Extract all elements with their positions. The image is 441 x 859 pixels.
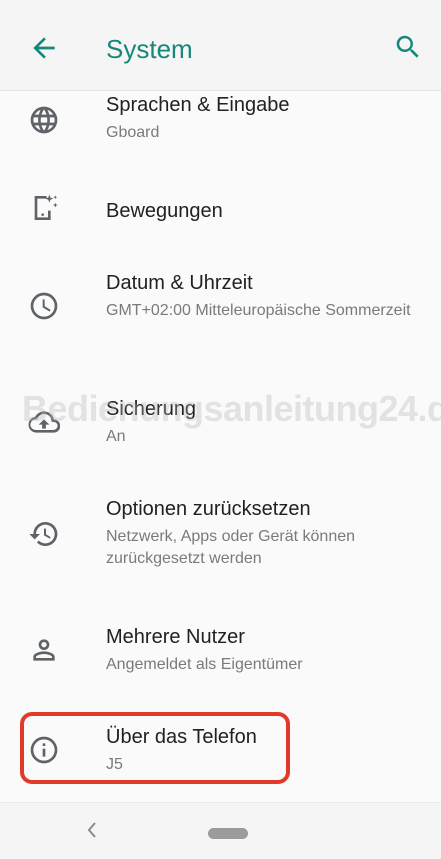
- navigation-bar: [0, 802, 441, 859]
- settings-item-gestures[interactable]: Bewegungen: [0, 176, 441, 246]
- highlight-box: [20, 712, 290, 784]
- settings-item-multiple-users[interactable]: Mehrere Nutzer Angemeldet als Eigentümer: [0, 608, 441, 688]
- app-bar: System: [0, 0, 441, 91]
- cloud-upload-icon: [28, 411, 60, 433]
- item-title: Sicherung: [106, 398, 197, 420]
- nav-back-icon[interactable]: [84, 819, 100, 841]
- item-subtitle: Gboard: [106, 124, 160, 141]
- arrow-back-icon[interactable]: [28, 32, 60, 64]
- history-icon: [29, 521, 58, 546]
- globe-icon: [30, 106, 58, 134]
- home-pill-icon[interactable]: [208, 828, 248, 839]
- item-subtitle: Netzwerk, Apps oder Gerät können zurückg…: [106, 528, 356, 567]
- item-title: Datum & Uhrzeit: [106, 272, 253, 294]
- clock-icon: [30, 292, 58, 320]
- item-subtitle: GMT+02:00 Mitteleuropäische Sommerzeit: [106, 302, 411, 319]
- phone-gestures-icon: [34, 194, 58, 220]
- page-title: System: [106, 34, 193, 64]
- item-title: Bewegungen: [106, 200, 223, 222]
- settings-item-backup[interactable]: Sicherung An: [0, 380, 441, 460]
- search-icon[interactable]: [393, 32, 423, 62]
- person-icon: [33, 639, 55, 661]
- item-title: Optionen zurücksetzen: [106, 498, 311, 520]
- settings-item-languages[interactable]: Sprachen & Eingabe Gboard: [0, 90, 441, 156]
- settings-item-date-time[interactable]: Datum & Uhrzeit GMT+02:00 Mitteleuropäis…: [0, 258, 441, 358]
- item-title: Mehrere Nutzer: [106, 626, 245, 648]
- item-subtitle: Angemeldet als Eigentümer: [106, 656, 303, 673]
- settings-item-reset-options[interactable]: Optionen zurücksetzen Netzwerk, Apps ode…: [0, 486, 441, 586]
- item-title: Sprachen & Eingabe: [106, 94, 290, 116]
- item-subtitle: An: [106, 428, 126, 445]
